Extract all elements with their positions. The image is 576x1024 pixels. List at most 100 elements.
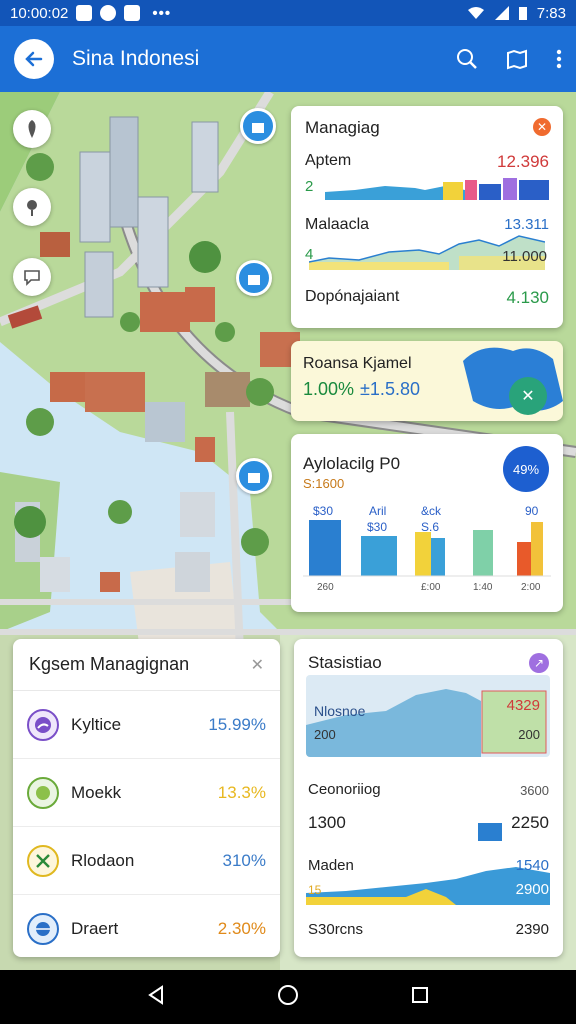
list-item[interactable]: Draert 2.30%: [13, 895, 280, 963]
search-button[interactable]: [456, 48, 478, 70]
nav-back-button[interactable]: [146, 984, 166, 1010]
bar-label-4: 90: [525, 504, 539, 518]
globe-icon: [27, 913, 59, 945]
nav-recents-button[interactable]: [410, 985, 430, 1010]
analysis-badge: 49%: [503, 446, 549, 492]
app-title: Sina Indonesi: [72, 47, 200, 70]
bank-action-button[interactable]: ✕: [509, 377, 547, 415]
map-marker-3[interactable]: [236, 458, 272, 494]
axis-label-3: 1:40: [473, 582, 493, 593]
analysis-card[interactable]: Aylolacilg P0 S:1600 49% $30 Aril &ck 90…: [291, 434, 563, 612]
status-time: 7:83: [536, 4, 566, 22]
bar-label-6: S.6: [421, 520, 440, 534]
line3-value-2: 2900: [515, 881, 549, 898]
search-icon: [457, 49, 477, 69]
line1-label: Ceonoriiog: [308, 781, 381, 798]
statistics-card[interactable]: Stasistiao ↗ Nlosnoe 200 4329 200 Ceonor…: [294, 639, 563, 957]
cross-icon: ✕: [521, 388, 535, 405]
chart-value: 4329: [506, 697, 540, 714]
bar-label-3: &ck: [421, 504, 442, 518]
map-icon: [507, 49, 527, 70]
managing-row-aptem: Aptem 12.396 2: [305, 152, 549, 202]
filter-button[interactable]: [13, 188, 51, 226]
location-pin-icon: [28, 120, 36, 138]
system-nav-bar: [0, 970, 576, 1024]
bank-card[interactable]: Roansa Kjamel 1.00% ±1.5.80 ✕: [291, 341, 563, 421]
back-button[interactable]: [14, 39, 54, 79]
close-button[interactable]: ✕: [251, 655, 264, 675]
map-marker-1[interactable]: [240, 108, 276, 144]
item-name: Draert: [71, 919, 119, 938]
system-title: Kgsem Managignan: [29, 654, 190, 674]
nav-home-button[interactable]: [277, 984, 299, 1011]
more-notifications-icon: •••: [152, 4, 172, 22]
user-circle-icon: [27, 708, 59, 741]
row-sub: 2: [305, 178, 314, 195]
list-item[interactable]: Rlodaon 310%: [13, 827, 280, 895]
close-icon: ✕: [250, 656, 264, 674]
row-value: 4.130: [506, 288, 549, 307]
item-value: 310%: [222, 850, 266, 870]
aptem-sparkline: [325, 178, 549, 200]
line2-value: 2250: [511, 813, 549, 832]
arrow-left-icon: [25, 51, 43, 67]
expand-icon: ↗: [533, 656, 545, 670]
bar-label-1: $30: [313, 504, 334, 518]
triangle-back-icon: [147, 984, 163, 1005]
line3-label: Maden: [308, 857, 354, 874]
notification-icon: [76, 5, 93, 21]
tools-icon: [27, 844, 59, 877]
item-value: 15.99%: [208, 714, 266, 734]
filter-pin-icon: [27, 200, 37, 216]
managing-title: Managiag: [305, 118, 380, 137]
status-bar: 10:00:02 ••• 7:83: [0, 0, 576, 26]
map-marker-2[interactable]: [236, 260, 272, 296]
row-label: Malaacla: [305, 216, 370, 233]
axis-label-4: 2:00: [521, 582, 541, 593]
wifi-icon: [467, 7, 484, 19]
line4-value: 2390: [515, 921, 549, 938]
expand-button[interactable]: ↗: [529, 653, 549, 673]
managing-row-dep: Dopónajaiant 4.130: [305, 288, 549, 318]
location-button[interactable]: [13, 110, 51, 148]
line3-value: 1540: [515, 857, 549, 874]
item-name: Rlodaon: [71, 850, 135, 870]
row-label: Aptem: [305, 152, 352, 169]
map-button[interactable]: [506, 48, 528, 70]
item-name: Moekk: [71, 782, 122, 802]
chart-label: Nlosnoe: [314, 703, 366, 719]
battery-icon: [518, 7, 527, 20]
comment-button[interactable]: [13, 258, 51, 296]
region-map-icon: [463, 347, 563, 411]
image-icon: [124, 5, 141, 21]
row-value: 12.396: [497, 152, 549, 171]
circle-home-icon: [277, 984, 298, 1005]
chart-value-2: 200: [518, 727, 540, 742]
more-button[interactable]: [556, 48, 562, 70]
app-bar: Sina Indonesi: [0, 26, 576, 92]
axis-label-2: £:00: [421, 582, 441, 593]
line3-sub: 15: [308, 883, 322, 897]
bar-label-2: Aril: [369, 504, 387, 518]
leaf-icon: [27, 776, 59, 809]
list-item[interactable]: Kyltice 15.99%: [13, 691, 280, 759]
statistics-title: Stasistiao: [308, 653, 382, 672]
close-button[interactable]: ✕: [533, 118, 551, 136]
statistics-header: Stasistiao ↗: [308, 653, 549, 673]
managing-card[interactable]: Managiag ✕ Aptem 12.396 2 Malaacla 13.31…: [291, 106, 563, 328]
bar-label-5: $30: [367, 520, 388, 534]
row-sub: 4: [305, 246, 314, 263]
system-management-card[interactable]: Kgsem Managignan ✕ Kyltice 15.99% Moekk …: [13, 639, 280, 957]
signal-icon: [494, 6, 509, 20]
chart-label-2: 200: [314, 727, 336, 742]
row-value-2: 11.000: [502, 248, 547, 265]
list-item[interactable]: Moekk 13.3%: [13, 759, 280, 827]
building-icon: [248, 275, 260, 285]
managing-row-malaacla: Malaacla 13.311 4 11.000: [305, 216, 549, 276]
clock-icon: [100, 5, 117, 21]
comment-icon: [24, 270, 40, 286]
line1-value: 3600: [520, 783, 549, 798]
axis-label-1: 260: [317, 582, 334, 593]
square-recents-icon: [412, 986, 429, 1003]
row-label: Dopónajaiant: [305, 288, 400, 305]
